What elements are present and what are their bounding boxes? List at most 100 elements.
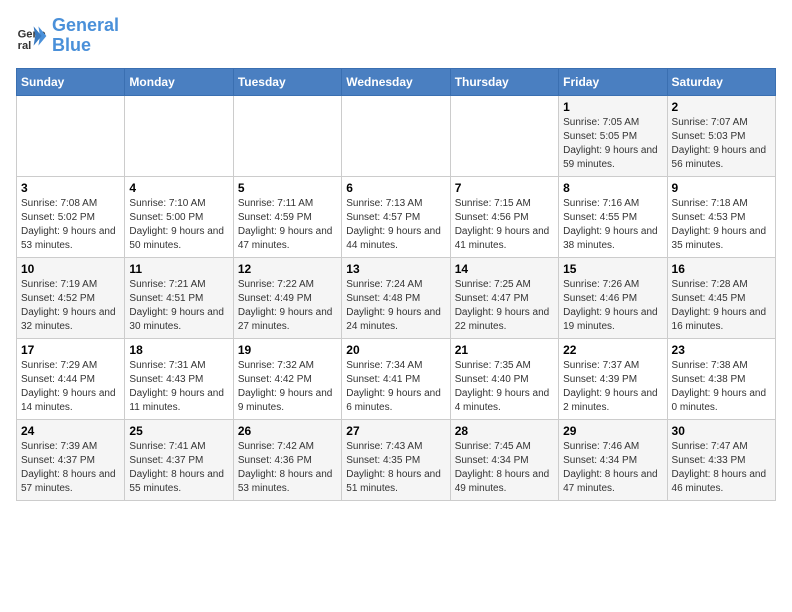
- calendar-cell: 2Sunrise: 7:07 AM Sunset: 5:03 PM Daylig…: [667, 95, 775, 176]
- day-number: 27: [346, 424, 445, 438]
- calendar-cell: 9Sunrise: 7:18 AM Sunset: 4:53 PM Daylig…: [667, 176, 775, 257]
- calendar-cell: [342, 95, 450, 176]
- calendar-cell: [125, 95, 233, 176]
- logo-text-line2: Blue: [52, 36, 119, 56]
- day-number: 15: [563, 262, 662, 276]
- day-info: Sunrise: 7:47 AM Sunset: 4:33 PM Dayligh…: [672, 440, 771, 496]
- day-number: 20: [346, 343, 445, 357]
- day-info: Sunrise: 7:08 AM Sunset: 5:02 PM Dayligh…: [21, 197, 120, 253]
- calendar-cell: 30 Sunrise: 7:47 AM Sunset: 4:33 PM Dayli…: [667, 419, 775, 500]
- day-info: Sunrise: 7:35 AM Sunset: 4:40 PM Dayligh…: [455, 359, 554, 415]
- weekday-header-sunday: Sunday: [17, 68, 125, 95]
- day-number: 11: [129, 262, 228, 276]
- calendar-cell: [233, 95, 341, 176]
- weekday-header-wednesday: Wednesday: [342, 68, 450, 95]
- weekday-header-thursday: Thursday: [450, 68, 558, 95]
- svg-text:ral: ral: [18, 40, 32, 52]
- day-info: Sunrise: 7:32 AM Sunset: 4:42 PM Dayligh…: [238, 359, 337, 415]
- calendar-cell: 13 Sunrise: 7:24 AM Sunset: 4:48 PM Dayli…: [342, 257, 450, 338]
- calendar-cell: 3 Sunrise: 7:08 AM Sunset: 5:02 PM Daylig…: [17, 176, 125, 257]
- weekday-header-monday: Monday: [125, 68, 233, 95]
- calendar-cell: 16 Sunrise: 7:28 AM Sunset: 4:45 PM Dayli…: [667, 257, 775, 338]
- calendar-cell: 19 Sunrise: 7:32 AM Sunset: 4:42 PM Dayli…: [233, 338, 341, 419]
- calendar-cell: [17, 95, 125, 176]
- day-info: Sunrise: 7:28 AM Sunset: 4:45 PM Dayligh…: [672, 278, 771, 334]
- day-info: Sunrise: 7:41 AM Sunset: 4:37 PM Dayligh…: [129, 440, 228, 496]
- calendar-cell: 17 Sunrise: 7:29 AM Sunset: 4:44 PM Dayli…: [17, 338, 125, 419]
- day-number: 9: [672, 181, 771, 195]
- day-info: Sunrise: 7:45 AM Sunset: 4:34 PM Dayligh…: [455, 440, 554, 496]
- calendar-cell: 28 Sunrise: 7:45 AM Sunset: 4:34 PM Dayli…: [450, 419, 558, 500]
- logo: Gene ral General Blue: [16, 16, 119, 56]
- calendar-cell: 12 Sunrise: 7:22 AM Sunset: 4:49 PM Dayli…: [233, 257, 341, 338]
- calendar-cell: [450, 95, 558, 176]
- day-number: 5: [238, 181, 337, 195]
- day-number: 29: [563, 424, 662, 438]
- calendar-cell: 21 Sunrise: 7:35 AM Sunset: 4:40 PM Dayli…: [450, 338, 558, 419]
- calendar-cell: 6 Sunrise: 7:13 AM Sunset: 4:57 PM Daylig…: [342, 176, 450, 257]
- calendar-cell: 20 Sunrise: 7:34 AM Sunset: 4:41 PM Dayli…: [342, 338, 450, 419]
- calendar-cell: 8 Sunrise: 7:16 AM Sunset: 4:55 PM Daylig…: [559, 176, 667, 257]
- page-header: Gene ral General Blue: [16, 16, 776, 56]
- day-number: 4: [129, 181, 228, 195]
- day-number: 28: [455, 424, 554, 438]
- calendar-cell: 23 Sunrise: 7:38 AM Sunset: 4:38 PM Dayli…: [667, 338, 775, 419]
- day-number: 24: [21, 424, 120, 438]
- day-number: 10: [21, 262, 120, 276]
- day-number: 8: [563, 181, 662, 195]
- day-number: 17: [21, 343, 120, 357]
- calendar-cell: 29 Sunrise: 7:46 AM Sunset: 4:34 PM Dayli…: [559, 419, 667, 500]
- day-info: Sunrise: 7:24 AM Sunset: 4:48 PM Dayligh…: [346, 278, 445, 334]
- day-info: Sunrise: 7:26 AM Sunset: 4:46 PM Dayligh…: [563, 278, 662, 334]
- day-info: Sunrise: 7:10 AM Sunset: 5:00 PM Dayligh…: [129, 197, 228, 253]
- day-info: Sunrise: 7:15 AM Sunset: 4:56 PM Dayligh…: [455, 197, 554, 253]
- day-info: Sunrise: 7:21 AM Sunset: 4:51 PM Dayligh…: [129, 278, 228, 334]
- day-info: Sunrise: 7:25 AM Sunset: 4:47 PM Dayligh…: [455, 278, 554, 334]
- calendar-cell: 27 Sunrise: 7:43 AM Sunset: 4:35 PM Dayli…: [342, 419, 450, 500]
- calendar-cell: 15 Sunrise: 7:26 AM Sunset: 4:46 PM Dayli…: [559, 257, 667, 338]
- calendar-cell: 11 Sunrise: 7:21 AM Sunset: 4:51 PM Dayli…: [125, 257, 233, 338]
- day-number: 13: [346, 262, 445, 276]
- day-number: 18: [129, 343, 228, 357]
- calendar-cell: 10 Sunrise: 7:19 AM Sunset: 4:52 PM Dayli…: [17, 257, 125, 338]
- logo-text-line1: General: [52, 16, 119, 36]
- day-info: Sunrise: 7:16 AM Sunset: 4:55 PM Dayligh…: [563, 197, 662, 253]
- day-number: 3: [21, 181, 120, 195]
- day-info: Sunrise: 7:38 AM Sunset: 4:38 PM Dayligh…: [672, 359, 771, 415]
- day-info: Sunrise: 7:37 AM Sunset: 4:39 PM Dayligh…: [563, 359, 662, 415]
- day-number: 6: [346, 181, 445, 195]
- day-number: 22: [563, 343, 662, 357]
- logo-icon: Gene ral: [16, 20, 48, 52]
- day-number: 21: [455, 343, 554, 357]
- day-number: 16: [672, 262, 771, 276]
- day-number: 25: [129, 424, 228, 438]
- calendar-cell: 22 Sunrise: 7:37 AM Sunset: 4:39 PM Dayli…: [559, 338, 667, 419]
- day-number: 30: [672, 424, 771, 438]
- day-number: 1: [563, 100, 662, 114]
- calendar-cell: 24 Sunrise: 7:39 AM Sunset: 4:37 PM Dayli…: [17, 419, 125, 500]
- calendar-cell: 25 Sunrise: 7:41 AM Sunset: 4:37 PM Dayli…: [125, 419, 233, 500]
- day-number: 12: [238, 262, 337, 276]
- day-info: Sunrise: 7:13 AM Sunset: 4:57 PM Dayligh…: [346, 197, 445, 253]
- calendar-cell: 26Sunrise: 7:42 AM Sunset: 4:36 PM Dayli…: [233, 419, 341, 500]
- day-number: 19: [238, 343, 337, 357]
- day-info: Sunrise: 7:29 AM Sunset: 4:44 PM Dayligh…: [21, 359, 120, 415]
- day-info: Sunrise: 7:05 AM Sunset: 5:05 PM Dayligh…: [563, 116, 662, 172]
- day-info: Sunrise: 7:31 AM Sunset: 4:43 PM Dayligh…: [129, 359, 228, 415]
- day-number: 23: [672, 343, 771, 357]
- calendar-cell: 7 Sunrise: 7:15 AM Sunset: 4:56 PM Daylig…: [450, 176, 558, 257]
- day-info: Sunrise: 7:34 AM Sunset: 4:41 PM Dayligh…: [346, 359, 445, 415]
- day-info: Sunrise: 7:07 AM Sunset: 5:03 PM Dayligh…: [672, 116, 771, 172]
- day-info: Sunrise: 7:46 AM Sunset: 4:34 PM Dayligh…: [563, 440, 662, 496]
- day-info: Sunrise: 7:11 AM Sunset: 4:59 PM Dayligh…: [238, 197, 337, 253]
- calendar-cell: 1 Sunrise: 7:05 AM Sunset: 5:05 PM Daylig…: [559, 95, 667, 176]
- day-info: Sunrise: 7:22 AM Sunset: 4:49 PM Dayligh…: [238, 278, 337, 334]
- day-number: 14: [455, 262, 554, 276]
- day-info: Sunrise: 7:43 AM Sunset: 4:35 PM Dayligh…: [346, 440, 445, 496]
- day-info: Sunrise: 7:19 AM Sunset: 4:52 PM Dayligh…: [21, 278, 120, 334]
- weekday-header-friday: Friday: [559, 68, 667, 95]
- calendar-table: SundayMondayTuesdayWednesdayThursdayFrid…: [16, 68, 776, 501]
- day-info: Sunrise: 7:39 AM Sunset: 4:37 PM Dayligh…: [21, 440, 120, 496]
- day-number: 7: [455, 181, 554, 195]
- calendar-cell: 18 Sunrise: 7:31 AM Sunset: 4:43 PM Dayli…: [125, 338, 233, 419]
